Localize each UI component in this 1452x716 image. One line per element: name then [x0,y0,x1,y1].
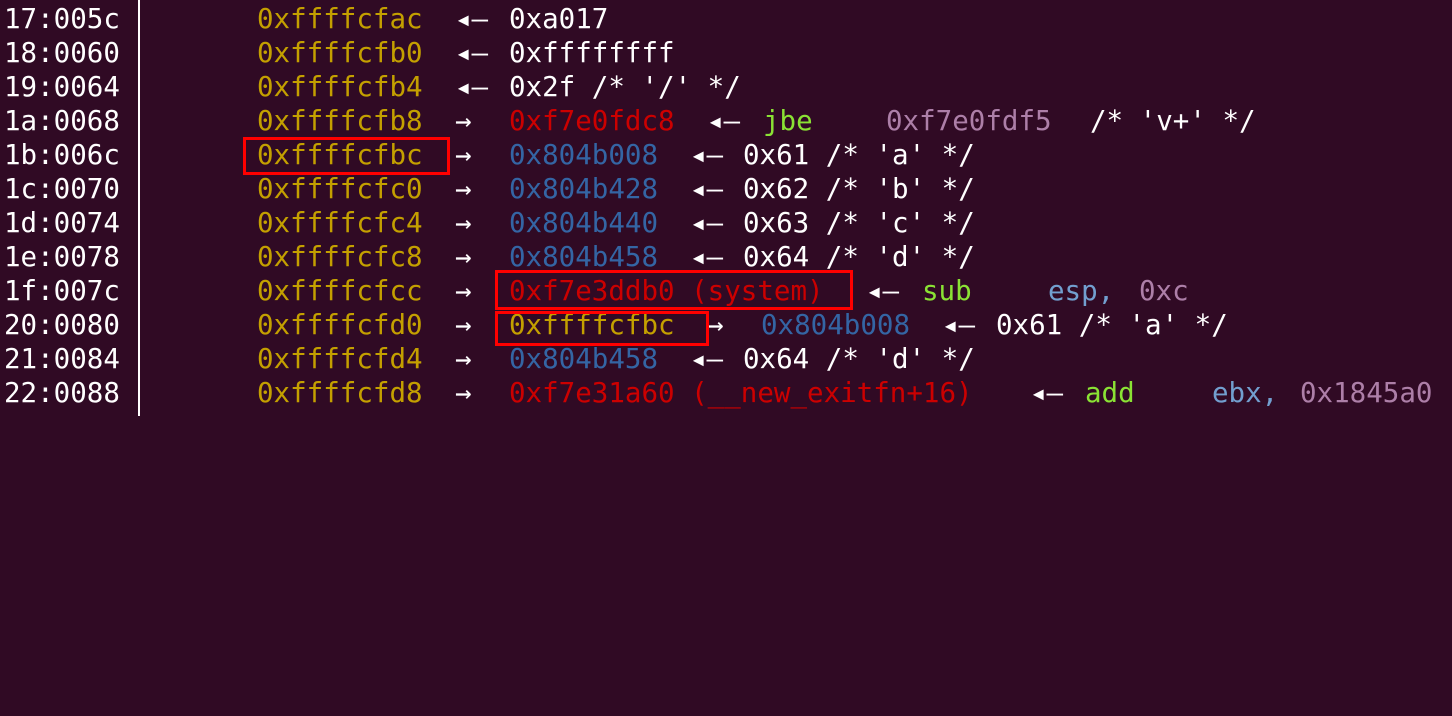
dereference-arrow: ◂— [455,37,489,69]
heap-value: 0x64 /* 'd' */ [743,343,975,375]
instruction-operand: 0xc [1139,275,1189,307]
dereference-arrow: ◂— [690,173,724,205]
stack-row: 17:005c 0xffffcfac ◂— 0xa017 [0,2,608,36]
stack-row: 21:0084 0xffffcfd4 → 0x804b458 ◂— 0x64 /… [0,342,975,376]
gutter-divider [138,0,140,416]
stack-row: 1a:0068 0xffffcfb8 → 0xf7e0fdc8 ◂— jbe 0… [0,104,1256,138]
stack-offset: 19:0064 [4,71,120,103]
instruction-operand: 0x1845a0 [1300,377,1433,409]
heap-pointer[interactable]: 0x804b008 [509,138,658,172]
pointer-arrow: → [455,241,472,273]
heap-pointer[interactable]: 0x804b458 [509,240,658,274]
stack-row: 1d:0074 0xffffcfc4 → 0x804b440 ◂— 0x63 /… [0,206,975,240]
stack-address[interactable]: 0xffffcfd4 [257,342,423,376]
stack-value: 0x2f /* '/' */ [509,71,741,103]
stack-address[interactable]: 0xffffcfac [257,2,423,36]
dereference-arrow: ◂— [1030,377,1064,409]
stack-address[interactable]: 0xffffcfc8 [257,240,423,274]
stack-row: 22:0088 0xffffcfd8 → 0xf7e31a60 (__new_e… [0,376,1432,410]
dereference-arrow: ◂— [690,207,724,239]
heap-value: 0x64 /* 'd' */ [743,241,975,273]
heap-value: 0x61 /* 'a' */ [996,309,1228,341]
stack-value: 0xa017 [509,3,609,35]
highlight-box-stack-pointer [495,311,709,346]
stack-address[interactable]: 0xffffcfd0 [257,308,423,342]
instruction-register: ebx, [1212,377,1279,409]
stack-row: 20:0080 0xffffcfd0 → 0xffffcfbc → 0x804b… [0,308,1228,342]
instruction-operand: 0xf7e0fdf5 [886,105,1052,137]
stack-row: 18:0060 0xffffcfb0 ◂— 0xffffffff [0,36,675,70]
instruction-mnemonic: sub [922,275,972,307]
pointer-arrow: → [455,343,472,375]
dereference-arrow: ◂— [690,241,724,273]
stack-address[interactable]: 0xffffcfc0 [257,172,423,206]
stack-address[interactable]: 0xffffcfb4 [257,70,423,104]
dereference-arrow: ◂— [707,105,741,137]
pointer-arrow: → [455,105,472,137]
pointer-arrow: → [455,173,472,205]
stack-offset: 1f:007c [4,275,120,307]
stack-address[interactable]: 0xffffcfd8 [257,376,423,410]
pointer-arrow: → [455,275,472,307]
stack-row: 1b:006c 0xffffcfbc → 0x804b008 ◂— 0x61 /… [0,138,975,172]
stack-address[interactable]: 0xffffcfb0 [257,36,423,70]
stack-offset: 1c:0070 [4,173,120,205]
heap-pointer[interactable]: 0x804b008 [761,308,910,342]
stack-offset: 21:0084 [4,343,120,375]
stack-offset: 22:0088 [4,377,120,409]
dereference-arrow: ◂— [942,309,976,341]
pointer-arrow: → [455,139,472,171]
stack-value: 0xffffffff [509,37,675,69]
code-pointer[interactable]: 0xf7e0fdc8 [509,104,675,138]
highlight-box-system-pointer [495,270,853,310]
dereference-arrow: ◂— [455,3,489,35]
dereference-arrow: ◂— [455,71,489,103]
stack-offset: 1a:0068 [4,105,120,137]
instruction-register: esp, [1048,275,1115,307]
instruction-mnemonic: add [1085,377,1135,409]
heap-pointer[interactable]: 0x804b428 [509,172,658,206]
pointer-arrow: → [707,309,724,341]
stack-offset: 1d:0074 [4,207,120,239]
stack-offset: 18:0060 [4,37,120,69]
heap-value: 0x61 /* 'a' */ [743,139,975,171]
stack-address[interactable]: 0xffffcfcc [257,274,423,308]
pointer-arrow: → [455,207,472,239]
dereference-arrow: ◂— [690,139,724,171]
stack-row: 1e:0078 0xffffcfc8 → 0x804b458 ◂— 0x64 /… [0,240,975,274]
heap-value: 0x63 /* 'c' */ [743,207,975,239]
stack-row: 19:0064 0xffffcfb4 ◂— 0x2f /* '/' */ [0,70,741,104]
pointer-arrow: → [455,377,472,409]
stack-row: 1c:0070 0xffffcfc0 → 0x804b428 ◂— 0x62 /… [0,172,975,206]
terminal-window[interactable]: 17:005c 0xffffcfac ◂— 0xa017 18:0060 0xf… [0,0,1452,416]
stack-offset: 1e:0078 [4,241,120,273]
stack-row: 1f:007c 0xffffcfcc → 0xf7e3ddb0 (system)… [0,274,1189,308]
highlight-box-target-address [243,137,450,175]
stack-address[interactable]: 0xffffcfc4 [257,206,423,240]
instruction-mnemonic: jbe [763,105,813,137]
heap-value: 0x62 /* 'b' */ [743,173,975,205]
stack-offset: 1b:006c [4,139,120,171]
code-pointer[interactable]: 0xf7e31a60 (__new_exitfn+16) [509,376,973,410]
dereference-arrow: ◂— [866,275,900,307]
pointer-arrow: → [455,309,472,341]
dereference-arrow: ◂— [690,343,724,375]
heap-pointer[interactable]: 0x804b440 [509,206,658,240]
stack-offset: 17:005c [4,3,120,35]
stack-address[interactable]: 0xffffcfb8 [257,104,423,138]
value-comment: /* 'v+' */ [1090,105,1256,137]
stack-offset: 20:0080 [4,309,120,341]
heap-pointer[interactable]: 0x804b458 [509,342,658,376]
